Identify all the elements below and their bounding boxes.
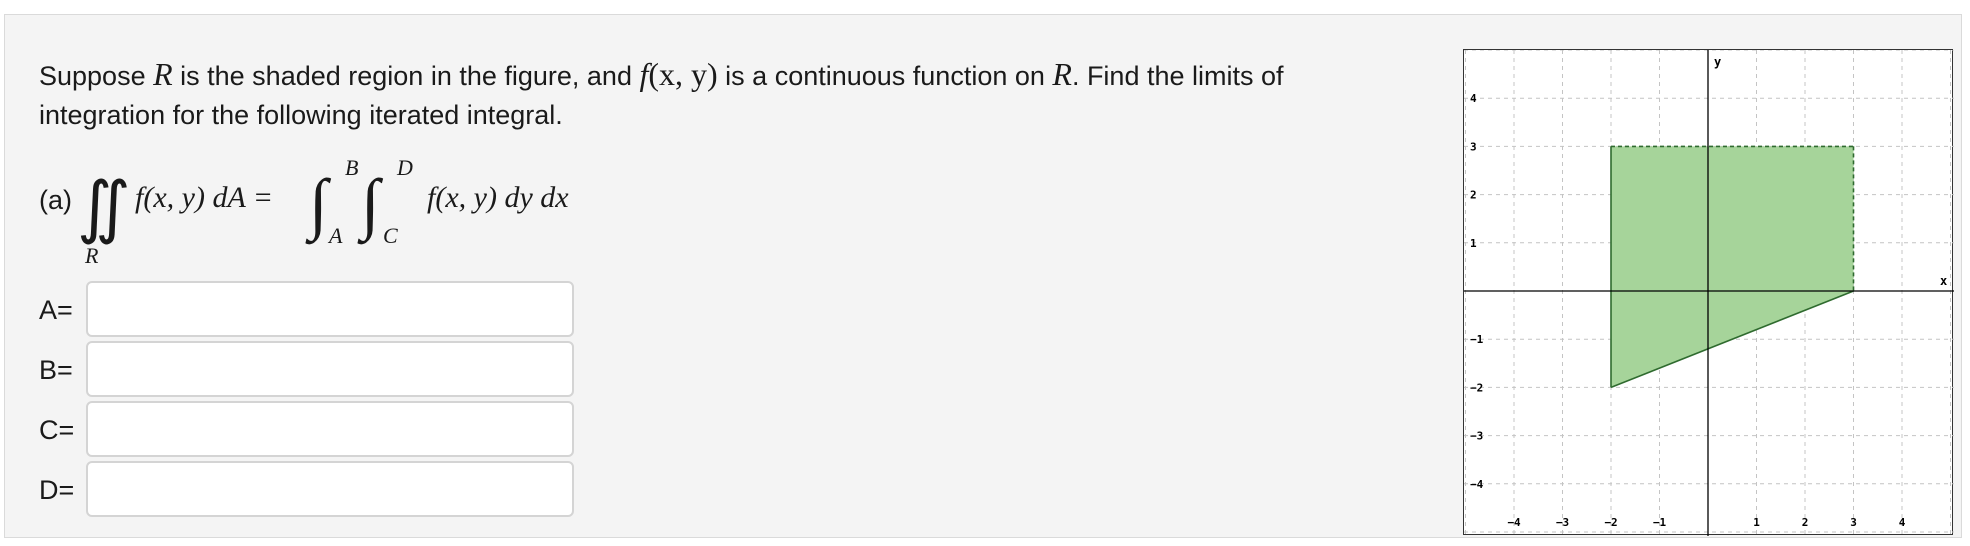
y-tick-label: 2 — [1470, 189, 1477, 202]
x-tick-label: 3 — [1850, 516, 1857, 529]
x-axis-label: x — [1940, 274, 1947, 288]
x-tick-label: −2 — [1604, 516, 1617, 529]
x-tick-label: −1 — [1653, 516, 1667, 529]
outer-integral-sign: ∫ — [309, 165, 328, 241]
field-label-b: B= — [39, 355, 73, 385]
question-text-part: is a continuous function on — [717, 61, 1053, 91]
x-tick-label: 4 — [1899, 516, 1906, 529]
region-symbol: R — [1052, 56, 1072, 92]
answer-input-b[interactable] — [86, 341, 574, 397]
rhs-integrand: f(x, y) dy dx — [427, 181, 569, 214]
field-label-d: D= — [39, 475, 75, 505]
y-tick-label: 1 — [1470, 237, 1477, 250]
y-tick-label: −1 — [1470, 333, 1484, 346]
lhs-region-label: R — [85, 243, 99, 268]
x-tick-label: −4 — [1507, 516, 1521, 529]
field-label-c: C= — [39, 415, 75, 445]
inner-integral-sign: ∫ — [361, 165, 380, 241]
question-text-part: is the shaded region in the figure, and — [172, 61, 640, 91]
question-card: Suppose R is the shaded region in the fi… — [4, 14, 1962, 538]
answer-input-a[interactable] — [86, 281, 574, 337]
region-symbol: R — [153, 56, 173, 92]
question-text-part: Suppose — [39, 61, 154, 91]
x-tick-label: 1 — [1753, 516, 1760, 529]
inner-lower-limit: C — [383, 223, 398, 248]
field-label-a: A= — [39, 295, 73, 325]
x-tick-label: −3 — [1556, 516, 1569, 529]
region-graph: −4 −3 −2 −1 1 2 3 4 −4 −3 −2 −1 1 2 3 4 x y — [1463, 49, 1954, 536]
y-tick-label: −3 — [1470, 430, 1483, 443]
answer-input-c[interactable] — [86, 401, 574, 457]
y-axis-label: y — [1714, 55, 1721, 69]
outer-upper-limit: B — [345, 155, 359, 180]
y-tick-label: −2 — [1470, 381, 1483, 394]
question-text: Suppose R is the shaded region in the fi… — [39, 55, 1409, 135]
lhs-integrand: f(x, y) dA = — [135, 181, 273, 214]
y-tick-label: 3 — [1470, 140, 1477, 153]
outer-lower-limit: A — [329, 223, 343, 248]
double-integral-sign: ∬ — [77, 169, 131, 245]
part-a: (a) ∬ R f(x, y) dA = ∫ B A ∫ D C f(x, y)… — [39, 155, 739, 275]
x-tick-label: 2 — [1802, 516, 1809, 529]
inner-upper-limit: D — [397, 155, 413, 180]
y-tick-label: 4 — [1470, 92, 1477, 105]
y-tick-label: −4 — [1470, 478, 1484, 491]
graph-canvas: −4 −3 −2 −1 1 2 3 4 −4 −3 −2 −1 1 2 3 4 x y — [1464, 50, 1954, 536]
function-args: (x, y) — [648, 56, 718, 92]
shaded-region — [1611, 146, 1854, 388]
part-label: (a) — [39, 185, 72, 215]
answer-input-d[interactable] — [86, 461, 574, 517]
